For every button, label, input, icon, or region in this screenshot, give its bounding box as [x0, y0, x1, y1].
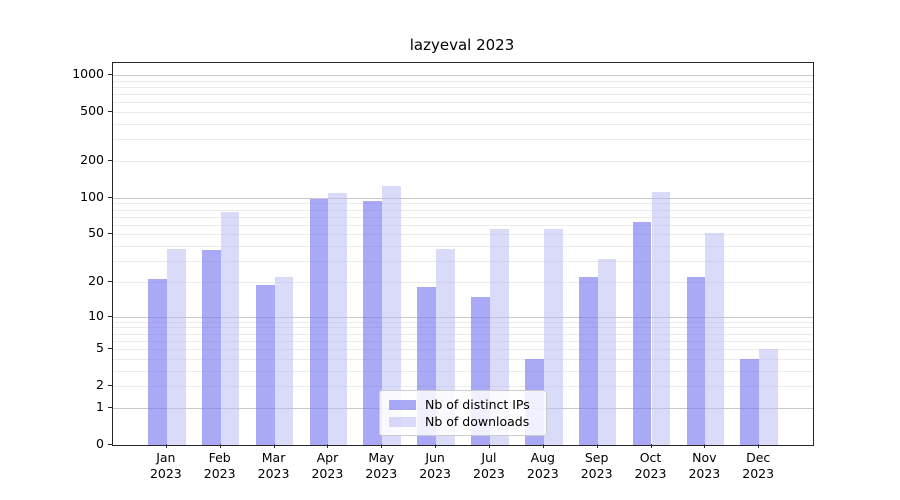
minor-gridline: [113, 225, 813, 226]
y-tick-label: 50: [44, 226, 104, 240]
bar-downloads-mar: [275, 277, 294, 445]
x-tick-label: Aug 2023: [513, 450, 573, 482]
bar-distinct-ips-mar: [256, 285, 275, 445]
x-tick-label: Dec 2023: [728, 450, 788, 482]
y-tick-mark: [108, 160, 112, 161]
y-tick-label: 500: [44, 104, 104, 118]
legend-swatch-downloads-icon: [389, 417, 416, 427]
minor-gridline: [113, 210, 813, 211]
x-tick-label: Oct 2023: [621, 450, 681, 482]
minor-gridline: [113, 94, 813, 95]
major-gridline: [113, 75, 813, 76]
x-tick-label: Jun 2023: [405, 450, 465, 482]
minor-gridline: [113, 139, 813, 140]
x-tick-label: Jul 2023: [459, 450, 519, 482]
bar-downloads-sep: [598, 259, 617, 445]
y-tick-label: 1: [44, 400, 104, 414]
y-tick-mark: [108, 444, 112, 445]
y-tick-mark: [108, 316, 112, 317]
x-tick-label: Mar 2023: [244, 450, 304, 482]
plot-area: Nb of distinct IPs Nb of downloads: [112, 62, 814, 446]
x-tick-label: Nov 2023: [674, 450, 734, 482]
major-gridline: [113, 198, 813, 199]
bar-distinct-ips-apr: [310, 199, 329, 445]
x-tick-label: May 2023: [351, 450, 411, 482]
bar-downloads-nov: [705, 233, 724, 445]
bar-distinct-ips-jan: [148, 279, 167, 445]
x-tick-label: Sep 2023: [567, 450, 627, 482]
y-tick-label: 2: [44, 378, 104, 392]
minor-gridline: [113, 217, 813, 218]
legend-swatch-distinct-ips-icon: [389, 400, 416, 410]
bar-distinct-ips-oct: [633, 222, 652, 445]
chart-title: lazyeval 2023: [112, 36, 812, 54]
minor-gridline: [113, 203, 813, 204]
y-tick-label: 200: [44, 153, 104, 167]
bar-downloads-oct: [652, 192, 671, 445]
legend-item-distinct-ips: Nb of distinct IPs: [389, 396, 538, 413]
minor-gridline: [113, 102, 813, 103]
y-tick-label: 1000: [44, 67, 104, 81]
bar-downloads-jan: [167, 249, 186, 445]
legend-label-downloads: Nb of downloads: [425, 414, 529, 429]
y-tick-mark: [108, 233, 112, 234]
y-tick-label: 20: [44, 274, 104, 288]
legend-label-distinct-ips: Nb of distinct IPs: [425, 397, 530, 412]
y-tick-label: 100: [44, 190, 104, 204]
y-tick-mark: [108, 385, 112, 386]
y-tick-label: 5: [44, 341, 104, 355]
minor-gridline: [113, 81, 813, 82]
bar-downloads-dec: [759, 349, 778, 445]
figure: lazyeval 2023 Nb of distinct IPs Nb of d…: [0, 0, 900, 500]
bar-distinct-ips-feb: [202, 250, 221, 445]
minor-gridline: [113, 161, 813, 162]
y-tick-mark: [108, 74, 112, 75]
y-tick-mark: [108, 111, 112, 112]
bar-distinct-ips-dec: [740, 359, 759, 445]
y-tick-mark: [108, 197, 112, 198]
y-tick-mark: [108, 348, 112, 349]
legend: Nb of distinct IPs Nb of downloads: [379, 390, 547, 436]
y-tick-mark: [108, 407, 112, 408]
minor-gridline: [113, 124, 813, 125]
bar-distinct-ips-sep: [579, 277, 598, 445]
legend-item-downloads: Nb of downloads: [389, 413, 538, 430]
bar-distinct-ips-nov: [687, 277, 706, 445]
minor-gridline: [113, 112, 813, 113]
bar-downloads-feb: [221, 212, 240, 445]
y-tick-label: 0: [44, 437, 104, 451]
x-tick-label: Jan 2023: [136, 450, 196, 482]
bar-downloads-apr: [328, 193, 347, 445]
minor-gridline: [113, 87, 813, 88]
y-tick-mark: [108, 281, 112, 282]
x-tick-label: Feb 2023: [190, 450, 250, 482]
x-tick-label: Apr 2023: [297, 450, 357, 482]
y-tick-label: 10: [44, 309, 104, 323]
